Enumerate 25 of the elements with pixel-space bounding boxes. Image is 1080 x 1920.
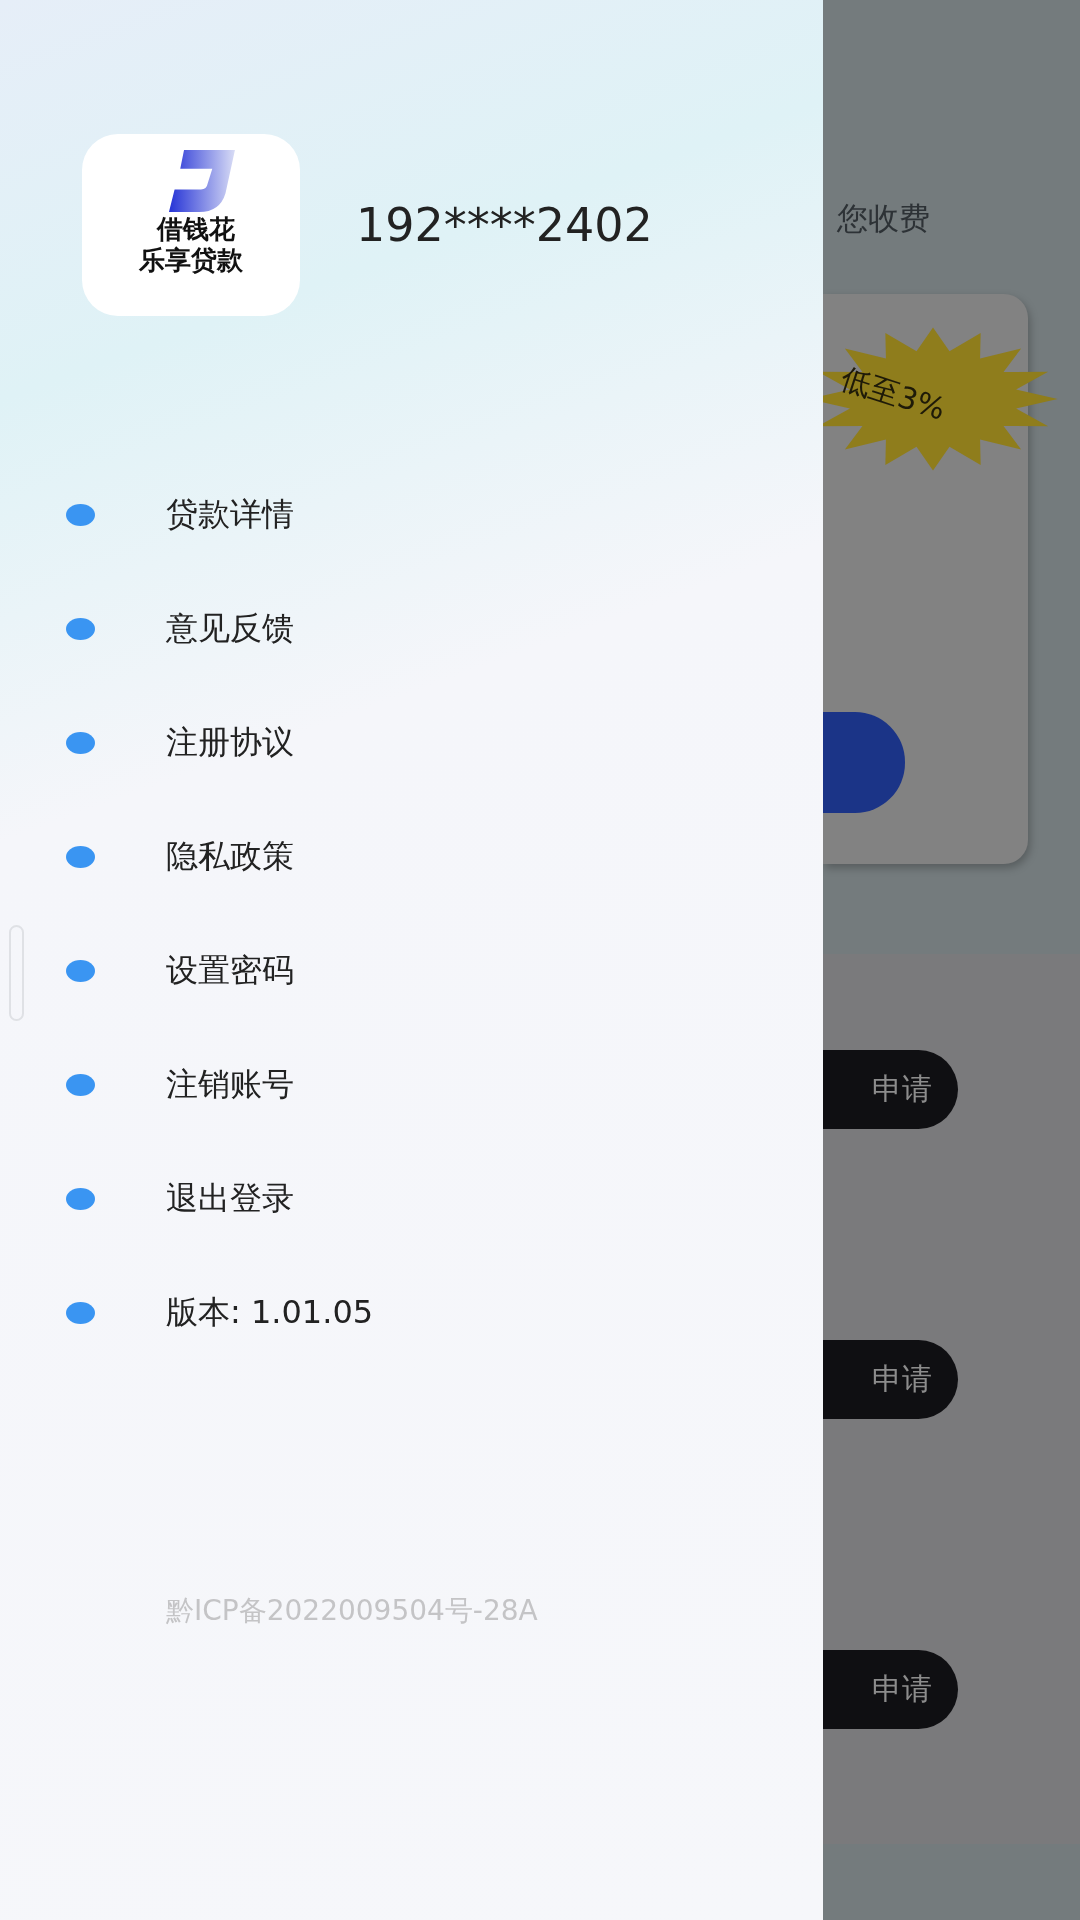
menu-item[interactable]: 贷款详情 — [166, 493, 294, 537]
menu-item[interactable]: 注销账号 — [166, 1063, 294, 1107]
menu-item[interactable]: 退出登录 — [166, 1177, 294, 1221]
menu-item[interactable]: 意见反馈 — [166, 607, 294, 651]
bullet-dot — [66, 1074, 95, 1096]
apply-button[interactable] — [823, 712, 905, 813]
bullet-dot — [66, 504, 95, 526]
bullet-dot — [66, 1302, 95, 1324]
menu-item[interactable]: 注册协议 — [166, 721, 294, 765]
apply-button[interactable]: 申请 — [823, 1649, 958, 1729]
logo-text: 借钱花 — [157, 214, 235, 246]
menu-item[interactable]: 版本: 1.01.05 — [166, 1291, 374, 1335]
notice-text: 您收费 — [837, 199, 931, 238]
logo-text: 乐享贷款 — [139, 245, 243, 277]
bullet-dot — [66, 960, 95, 982]
bullet-dot — [66, 1188, 95, 1210]
menu-item[interactable]: 隐私政策 — [166, 835, 294, 879]
bullet-dot — [66, 732, 95, 754]
bullet-dot — [66, 846, 95, 868]
phone-number: 192****2402 — [356, 198, 653, 252]
apply-button[interactable]: 申请 — [823, 1339, 958, 1419]
badge-text: 低至3% — [835, 359, 951, 429]
menu-item[interactable]: 设置密码 — [166, 949, 294, 993]
bullet-dot — [66, 618, 95, 640]
apply-button[interactable]: 申请 — [823, 1049, 958, 1129]
